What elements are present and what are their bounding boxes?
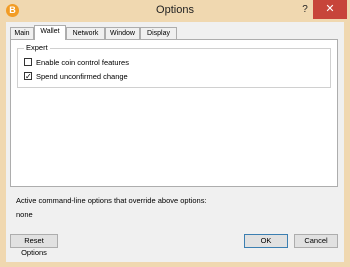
cancel-button[interactable]: Cancel bbox=[294, 234, 338, 248]
options-window: B Options ? ✕ Main Wallet Network Window… bbox=[0, 0, 350, 267]
wallet-tab-panel: Expert Enable coin control features ✓ Sp… bbox=[10, 39, 338, 187]
tab-window[interactable]: Window bbox=[105, 27, 140, 39]
reset-options-button[interactable]: Reset Options bbox=[10, 234, 58, 257]
spend-unconfirmed-checkbox[interactable]: ✓ bbox=[24, 72, 32, 81]
coin-control-checkbox[interactable] bbox=[24, 58, 32, 66]
expert-groupbox: Expert Enable coin control features ✓ Sp… bbox=[17, 43, 331, 88]
spend-unconfirmed-label: Spend unconfirmed change bbox=[36, 71, 128, 81]
spend-unconfirmed-option[interactable]: ✓ Spend unconfirmed change bbox=[24, 71, 128, 81]
override-options-value: none bbox=[16, 210, 33, 219]
coin-control-option[interactable]: Enable coin control features bbox=[24, 57, 129, 67]
tab-wallet[interactable]: Wallet bbox=[34, 25, 66, 40]
tab-network[interactable]: Network bbox=[66, 27, 105, 39]
close-button[interactable]: ✕ bbox=[313, 0, 347, 19]
dialog-body: Main Wallet Network Window Display Exper… bbox=[6, 22, 344, 262]
tab-main[interactable]: Main bbox=[10, 27, 34, 39]
title-bar[interactable]: B Options ? ✕ bbox=[0, 0, 350, 22]
coin-control-label: Enable coin control features bbox=[36, 57, 129, 67]
expert-group-title: Expert bbox=[24, 43, 50, 52]
tab-display[interactable]: Display bbox=[140, 27, 177, 39]
override-options-label: Active command-line options that overrid… bbox=[16, 196, 207, 205]
help-button[interactable]: ? bbox=[298, 2, 312, 18]
ok-button[interactable]: OK bbox=[244, 234, 288, 248]
